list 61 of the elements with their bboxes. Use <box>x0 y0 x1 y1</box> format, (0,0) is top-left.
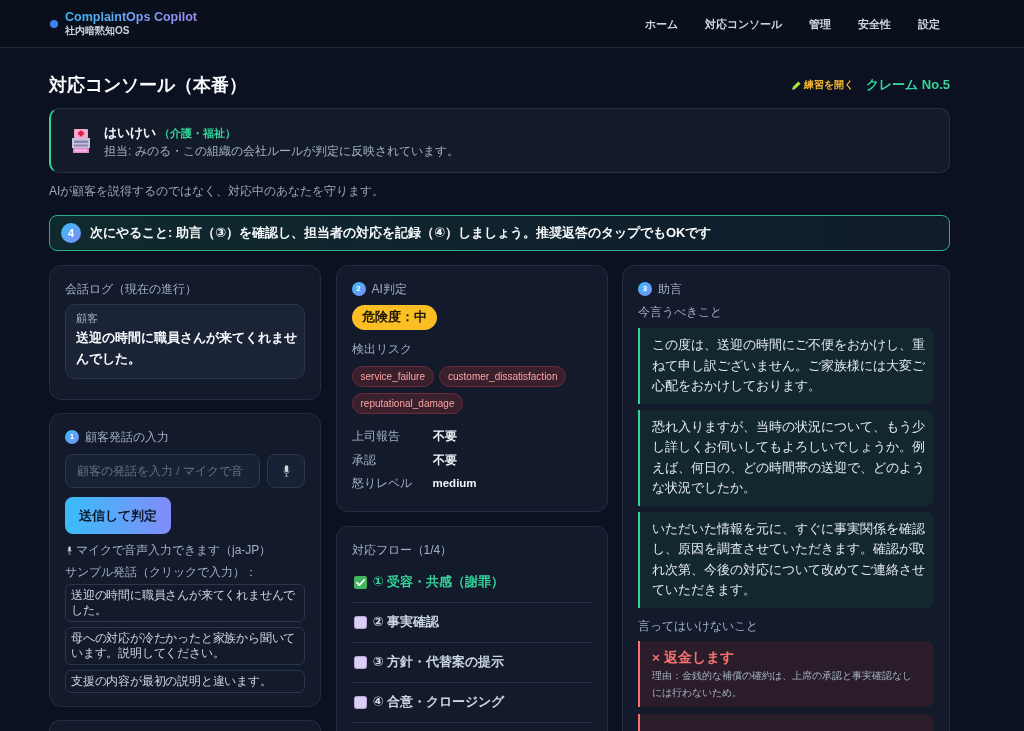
speaker-label: 顧客 <box>76 312 99 325</box>
step-badge: 2 <box>351 282 366 296</box>
logo-dot-icon <box>50 19 58 28</box>
detail-label: 承認 <box>351 452 377 468</box>
card-title: 対応フロー（1/4） <box>351 542 453 557</box>
warning-phrase: × 返金します <box>652 648 735 667</box>
pencil-icon <box>792 80 802 90</box>
suggested-reply[interactable]: 恐れ入りますが、当時の状況について、もう少し詳しくお伺いしてもよろしいでしょうか。例えば、何日の、どの時間帯の送迎で、どのような状況でしたか。 <box>638 409 934 506</box>
claim-number: クレーム No.5 <box>866 76 950 94</box>
nav-link[interactable]: 対応コンソール <box>705 15 782 32</box>
suggested-reply[interactable]: この度は、送迎の時間にご不便をおかけし、重ねて申し訳ございません。ご家族様には大変ご心配をおかけしております。 <box>638 328 934 404</box>
card-title: 顧客発話の入力 <box>85 430 169 444</box>
message-text: 送迎の時間に職員さんが来てくれませんでした。 <box>76 329 298 368</box>
microphone-icon <box>282 465 290 477</box>
app-logo: ComplaintOps Copilot <box>65 10 197 25</box>
flow-step-label: ③ 方針・代替案の提示 <box>372 653 505 671</box>
sample-chip[interactable]: 送迎の時間に職員さんが来てくれませんでした。 <box>65 584 305 622</box>
suggested-reply[interactable]: いただいた情報を元に、すぐに事実関係を確認し、原因を調査させていただきます。確認が取れ次第、今後の対応について改めてご連絡させていただきます。 <box>638 511 934 608</box>
app-subtitle: 社内暗黙知OS <box>65 25 131 37</box>
microphone-icon <box>67 545 72 555</box>
next-step-text: 次にやること: 助言（③）を確認し、担当者の対応を記録（④）しましょう。推奨返答のタップでもOKです <box>90 224 712 242</box>
detail-value: 不要 <box>432 452 458 468</box>
send-button[interactable]: 送信して判定 <box>65 497 171 534</box>
flow-step-label: ④ 合意・クロージング <box>372 693 505 711</box>
tagline: AIが顧客を説得するのではなく、対応中のあなたを守ります。 <box>49 183 386 200</box>
sample-chip[interactable]: 母への対応が冷たかったと家族から聞いています。説明してください。 <box>65 627 305 665</box>
nav-link[interactable]: 安全性 <box>858 15 891 32</box>
risk-tag: reputational_damage <box>351 393 464 414</box>
risk-level-badge: 危険度：中 <box>351 305 437 330</box>
page-title: 対応コンソール（本番） <box>49 74 247 97</box>
step-badge: 3 <box>638 282 652 296</box>
flow-step-label: ① 受容・共感（謝罪） <box>372 573 505 591</box>
nav-link[interactable]: 管理 <box>809 15 831 32</box>
flow-step-label: ② 事実確認 <box>372 613 440 631</box>
card-title: AI判定 <box>371 282 407 296</box>
mic-note: マイクで音声入力できます（ja-JP） <box>76 543 272 557</box>
sample-chip[interactable]: 支援の内容が最初の説明と違います。 <box>65 670 305 693</box>
message-input[interactable]: 顧客の発話を入力 / マイクで音 <box>65 454 260 488</box>
nav-link[interactable]: ホーム <box>645 15 678 32</box>
section-label: 検出リスク <box>351 342 413 356</box>
industry-label: （介護・福祉） <box>159 127 236 139</box>
detail-label: 上司報告 <box>351 429 401 444</box>
risk-tag: service_failure <box>351 366 434 387</box>
warning-reason: 理由：金銭的な補償の確約は、上席の承認と事実確認なしには行わないため。 <box>652 668 913 700</box>
risk-tag: customer_dissatisfaction <box>439 366 567 387</box>
organization-note: 担当: みのる・この組織の会社ルールが判定に反映されています。 <box>104 144 459 158</box>
section-label: 今言うべきこと <box>638 305 723 319</box>
detail-label: 怒りレベル <box>351 476 413 491</box>
nav-link[interactable]: 設定 <box>918 15 940 32</box>
detail-value: 不要 <box>432 429 458 444</box>
microphone-button[interactable] <box>267 454 305 488</box>
building-icon <box>72 128 90 153</box>
card-title: 助言 <box>658 282 682 296</box>
step-badge: 4 <box>61 223 81 243</box>
section-label: 言ってはいけないこと <box>638 618 759 633</box>
detail-value: medium <box>432 476 478 491</box>
section-label: サンプル発話（クリックで入力）： <box>65 565 258 579</box>
organization-name: はいけい <box>104 125 156 140</box>
card-title: 会話ログ（現在の進行） <box>65 282 197 296</box>
practice-link[interactable]: 練習を開く <box>792 78 855 92</box>
step-badge: 1 <box>65 430 79 444</box>
